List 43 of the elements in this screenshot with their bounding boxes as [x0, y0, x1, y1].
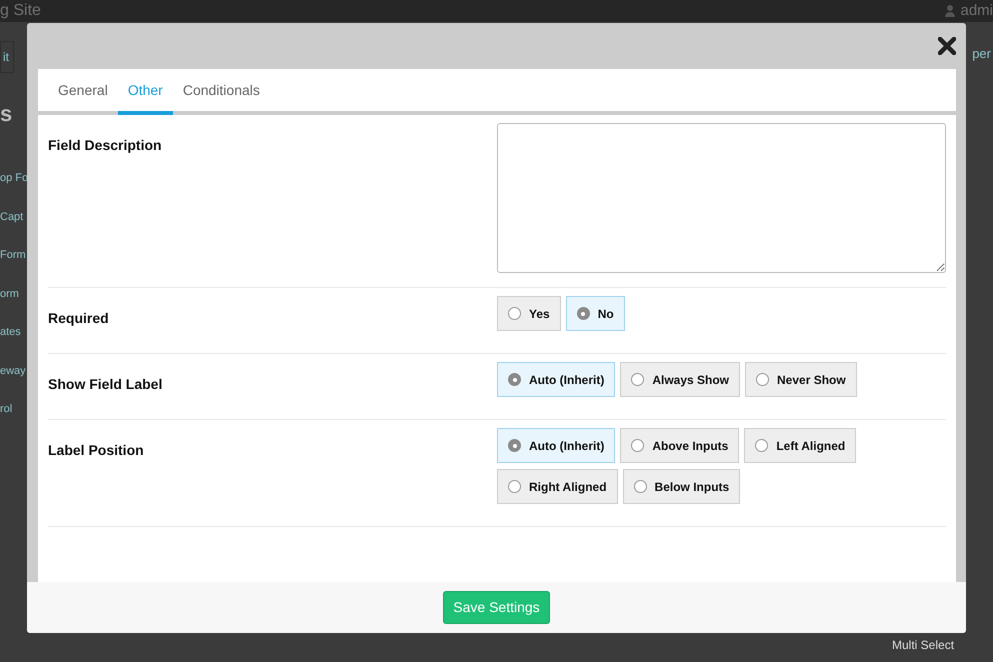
- radio-option[interactable]: Never Show: [745, 362, 857, 397]
- close-button[interactable]: [938, 37, 956, 55]
- close-icon: [938, 37, 956, 55]
- radio-icon[interactable]: [631, 439, 644, 452]
- radio-option[interactable]: Below Inputs: [622, 469, 740, 504]
- page-heading: s: [0, 100, 14, 128]
- radio-icon[interactable]: [508, 373, 521, 386]
- radio-icon[interactable]: [576, 307, 590, 320]
- radio-icon[interactable]: [756, 373, 770, 386]
- sidebar-link[interactable]: Capt: [0, 208, 27, 225]
- user-icon: [945, 5, 956, 17]
- radio-icon[interactable]: [631, 373, 644, 386]
- field-type-item[interactable]: Multi Select: [892, 636, 954, 654]
- radio-option[interactable]: Yes: [497, 296, 561, 331]
- edit-button[interactable]: it: [0, 41, 14, 73]
- field-label: Show Field Label: [48, 375, 164, 394]
- user-name: admi: [960, 1, 993, 21]
- radio-option[interactable]: No: [566, 296, 625, 331]
- toolbar-link[interactable]: per: [972, 44, 991, 64]
- sidebar-link[interactable]: rol: [0, 401, 27, 418]
- radio-icon[interactable]: [755, 439, 768, 452]
- radio-option[interactable]: Above Inputs: [620, 428, 740, 463]
- sidebar-link[interactable]: orm: [0, 286, 27, 302]
- radio-icon[interactable]: [634, 480, 647, 493]
- field-label: Label Position: [48, 441, 145, 460]
- description-field[interactable]: [497, 123, 946, 273]
- field-label: Field Description: [48, 136, 163, 155]
- radio-icon[interactable]: [508, 480, 521, 493]
- tab[interactable]: General: [48, 69, 118, 115]
- radio-icon[interactable]: [508, 439, 521, 452]
- field-label: Required: [48, 309, 110, 328]
- radio-option[interactable]: Auto (Inherit): [497, 362, 616, 397]
- radio-option[interactable]: Always Show: [620, 362, 740, 397]
- sidebar-link[interactable]: ates: [0, 324, 27, 340]
- sidebar-link[interactable]: eway: [0, 362, 27, 379]
- radio-option[interactable]: Left Aligned: [744, 428, 856, 463]
- radio-option[interactable]: Auto (Inherit): [497, 428, 616, 463]
- radio-option[interactable]: Right Aligned: [497, 469, 618, 504]
- tab[interactable]: Other: [118, 69, 173, 115]
- radio-icon[interactable]: [508, 307, 521, 320]
- tab[interactable]: Conditionals: [172, 69, 270, 115]
- sidebar-link[interactable]: Form: [0, 247, 27, 264]
- site-title: g Site: [0, 2, 41, 19]
